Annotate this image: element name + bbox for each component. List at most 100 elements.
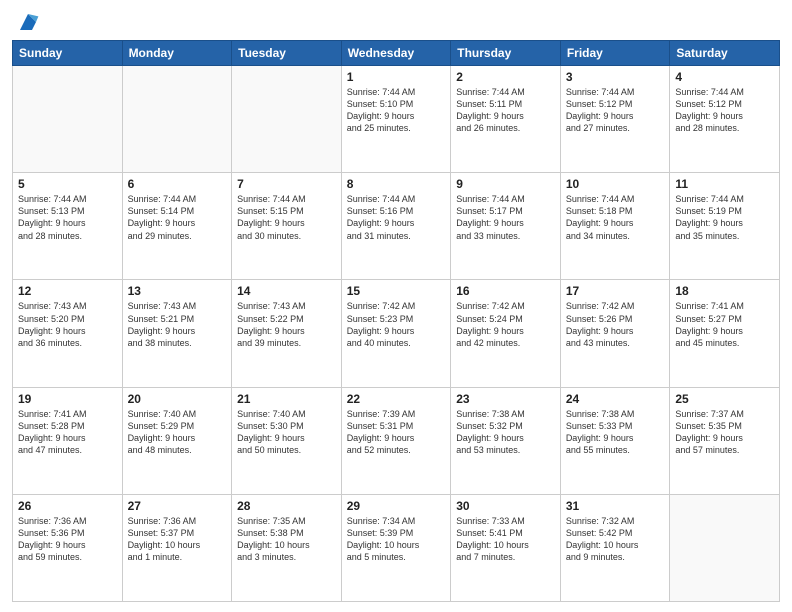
day-number: 9 [456,177,555,191]
day-info: Sunrise: 7:44 AM Sunset: 5:13 PM Dayligh… [18,193,117,242]
day-info: Sunrise: 7:42 AM Sunset: 5:26 PM Dayligh… [566,300,665,349]
weekday-header-saturday: Saturday [670,41,780,66]
calendar-cell: 31 Sunrise: 7:32 AM Sunset: 5:42 PM Dayli… [560,494,670,601]
weekday-header-thursday: Thursday [451,41,561,66]
calendar-table: SundayMondayTuesdayWednesdayThursdayFrid… [12,40,780,602]
calendar-cell: 20Sunrise: 7:40 AM Sunset: 5:29 PM Dayli… [122,387,232,494]
day-info: Sunrise: 7:34 AM Sunset: 5:39 PM Dayligh… [347,515,446,564]
calendar-cell: 9 Sunrise: 7:44 AM Sunset: 5:17 PM Daylig… [451,173,561,280]
day-info: Sunrise: 7:44 AM Sunset: 5:19 PM Dayligh… [675,193,774,242]
day-info: Sunrise: 7:44 AM Sunset: 5:18 PM Dayligh… [566,193,665,242]
day-number: 10 [566,177,665,191]
calendar-cell: 14 Sunrise: 7:43 AM Sunset: 5:22 PM Dayli… [232,280,342,387]
day-number: 6 [128,177,227,191]
calendar-cell [122,66,232,173]
day-number: 21 [237,392,336,406]
day-number: 27 [128,499,227,513]
day-info: Sunrise: 7:42 AM Sunset: 5:24 PM Dayligh… [456,300,555,349]
day-number: 5 [18,177,117,191]
page: SundayMondayTuesdayWednesdayThursdayFrid… [0,0,792,612]
day-number: 11 [675,177,774,191]
day-info: Sunrise: 7:39 AM Sunset: 5:31 PM Dayligh… [347,408,446,457]
day-number: 26 [18,499,117,513]
day-number: 2 [456,70,555,84]
day-number: 3 [566,70,665,84]
calendar-cell: 11 Sunrise: 7:44 AM Sunset: 5:19 PM Dayli… [670,173,780,280]
day-number: 23 [456,392,555,406]
day-info: Sunrise: 7:44 AM Sunset: 5:11 PM Dayligh… [456,86,555,135]
day-number: 30 [456,499,555,513]
weekday-header-monday: Monday [122,41,232,66]
header [12,10,780,34]
calendar-cell: 16 Sunrise: 7:42 AM Sunset: 5:24 PM Dayli… [451,280,561,387]
calendar-week-4: 26 Sunrise: 7:36 AM Sunset: 5:36 PM Dayli… [13,494,780,601]
calendar-cell [232,66,342,173]
calendar-cell: 23 Sunrise: 7:38 AM Sunset: 5:32 PM Dayli… [451,387,561,494]
logo-icon [16,10,40,34]
calendar-cell: 8 Sunrise: 7:44 AM Sunset: 5:16 PM Daylig… [341,173,451,280]
calendar-cell: 13 Sunrise: 7:43 AM Sunset: 5:21 PM Dayli… [122,280,232,387]
day-number: 17 [566,284,665,298]
day-info: Sunrise: 7:38 AM Sunset: 5:32 PM Dayligh… [456,408,555,457]
calendar-cell [670,494,780,601]
day-info: Sunrise: 7:36 AM Sunset: 5:36 PM Dayligh… [18,515,117,564]
day-info: Sunrise: 7:44 AM Sunset: 5:17 PM Dayligh… [456,193,555,242]
weekday-header-wednesday: Wednesday [341,41,451,66]
day-number: 13 [128,284,227,298]
day-number: 24 [566,392,665,406]
calendar-cell [13,66,123,173]
day-info: Sunrise: 7:44 AM Sunset: 5:12 PM Dayligh… [675,86,774,135]
logo [12,10,40,34]
day-info: Sunrise: 7:43 AM Sunset: 5:22 PM Dayligh… [237,300,336,349]
day-info: Sunrise: 7:41 AM Sunset: 5:27 PM Dayligh… [675,300,774,349]
day-info: Sunrise: 7:38 AM Sunset: 5:33 PM Dayligh… [566,408,665,457]
calendar-cell: 27 Sunrise: 7:36 AM Sunset: 5:37 PM Dayli… [122,494,232,601]
calendar-cell: 26 Sunrise: 7:36 AM Sunset: 5:36 PM Dayli… [13,494,123,601]
day-number: 4 [675,70,774,84]
weekday-header-tuesday: Tuesday [232,41,342,66]
calendar-cell: 15Sunrise: 7:42 AM Sunset: 5:23 PM Dayli… [341,280,451,387]
day-number: 8 [347,177,446,191]
day-info: Sunrise: 7:40 AM Sunset: 5:29 PM Dayligh… [128,408,227,457]
calendar-week-0: 1Sunrise: 7:44 AM Sunset: 5:10 PM Daylig… [13,66,780,173]
calendar-cell: 12Sunrise: 7:43 AM Sunset: 5:20 PM Dayli… [13,280,123,387]
day-info: Sunrise: 7:44 AM Sunset: 5:14 PM Dayligh… [128,193,227,242]
day-info: Sunrise: 7:37 AM Sunset: 5:35 PM Dayligh… [675,408,774,457]
day-info: Sunrise: 7:44 AM Sunset: 5:15 PM Dayligh… [237,193,336,242]
day-info: Sunrise: 7:33 AM Sunset: 5:41 PM Dayligh… [456,515,555,564]
calendar-cell: 7 Sunrise: 7:44 AM Sunset: 5:15 PM Daylig… [232,173,342,280]
day-info: Sunrise: 7:44 AM Sunset: 5:16 PM Dayligh… [347,193,446,242]
day-info: Sunrise: 7:43 AM Sunset: 5:21 PM Dayligh… [128,300,227,349]
day-number: 1 [347,70,446,84]
day-number: 28 [237,499,336,513]
calendar-cell: 17 Sunrise: 7:42 AM Sunset: 5:26 PM Dayli… [560,280,670,387]
day-info: Sunrise: 7:32 AM Sunset: 5:42 PM Dayligh… [566,515,665,564]
weekday-header-friday: Friday [560,41,670,66]
day-number: 16 [456,284,555,298]
calendar-cell: 6 Sunrise: 7:44 AM Sunset: 5:14 PM Daylig… [122,173,232,280]
calendar-cell: 18Sunrise: 7:41 AM Sunset: 5:27 PM Dayli… [670,280,780,387]
calendar-week-3: 19Sunrise: 7:41 AM Sunset: 5:28 PM Dayli… [13,387,780,494]
day-number: 7 [237,177,336,191]
calendar-cell: 3 Sunrise: 7:44 AM Sunset: 5:12 PM Daylig… [560,66,670,173]
calendar-cell: 29Sunrise: 7:34 AM Sunset: 5:39 PM Dayli… [341,494,451,601]
day-number: 12 [18,284,117,298]
calendar-cell: 25Sunrise: 7:37 AM Sunset: 5:35 PM Dayli… [670,387,780,494]
day-info: Sunrise: 7:41 AM Sunset: 5:28 PM Dayligh… [18,408,117,457]
day-number: 31 [566,499,665,513]
calendar-cell: 19Sunrise: 7:41 AM Sunset: 5:28 PM Dayli… [13,387,123,494]
calendar-cell: 2 Sunrise: 7:44 AM Sunset: 5:11 PM Daylig… [451,66,561,173]
calendar-cell: 28Sunrise: 7:35 AM Sunset: 5:38 PM Dayli… [232,494,342,601]
day-info: Sunrise: 7:44 AM Sunset: 5:12 PM Dayligh… [566,86,665,135]
weekday-header-row: SundayMondayTuesdayWednesdayThursdayFrid… [13,41,780,66]
day-info: Sunrise: 7:36 AM Sunset: 5:37 PM Dayligh… [128,515,227,564]
calendar-cell: 4 Sunrise: 7:44 AM Sunset: 5:12 PM Daylig… [670,66,780,173]
day-info: Sunrise: 7:42 AM Sunset: 5:23 PM Dayligh… [347,300,446,349]
calendar-week-2: 12Sunrise: 7:43 AM Sunset: 5:20 PM Dayli… [13,280,780,387]
day-info: Sunrise: 7:40 AM Sunset: 5:30 PM Dayligh… [237,408,336,457]
calendar-cell: 24 Sunrise: 7:38 AM Sunset: 5:33 PM Dayli… [560,387,670,494]
day-number: 14 [237,284,336,298]
calendar-cell: 1Sunrise: 7:44 AM Sunset: 5:10 PM Daylig… [341,66,451,173]
calendar-cell: 10 Sunrise: 7:44 AM Sunset: 5:18 PM Dayli… [560,173,670,280]
calendar-cell: 30 Sunrise: 7:33 AM Sunset: 5:41 PM Dayli… [451,494,561,601]
